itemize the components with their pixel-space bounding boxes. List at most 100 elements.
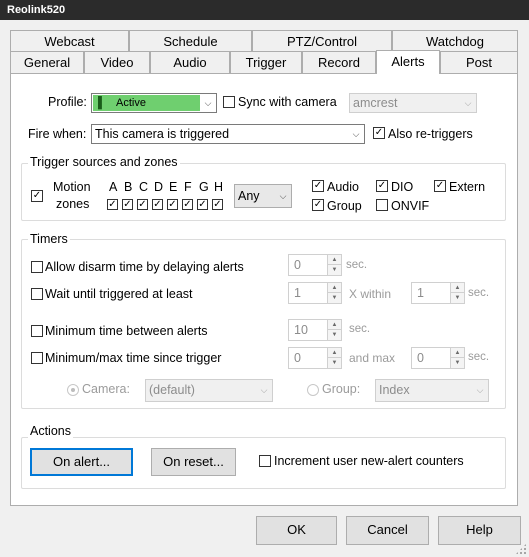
spinner-buttons: ▲ ▼ — [450, 283, 464, 303]
wait-until-unit: sec. — [468, 287, 490, 299]
group-radio[interactable] — [307, 384, 319, 396]
tab-audio[interactable]: Audio — [150, 51, 230, 73]
spin-up-icon[interactable]: ▲ — [451, 348, 464, 358]
extern-label: Extern — [449, 180, 486, 194]
max-value: 0 — [417, 351, 424, 365]
alerts-panel: Profile: ▌ Active ⌵ Sync with camera amc… — [10, 73, 518, 506]
sync-checkbox[interactable] — [223, 96, 235, 108]
dio-checkbox[interactable]: ✓ — [376, 180, 388, 192]
zone-mode-select[interactable]: Any ⌵ — [234, 184, 292, 208]
ok-button[interactable]: OK — [256, 516, 337, 545]
zones-label: zones — [56, 197, 90, 211]
spin-down-icon[interactable]: ▼ — [451, 293, 464, 303]
wait-within-value: 1 — [417, 286, 424, 300]
spin-down-icon[interactable]: ▼ — [328, 293, 341, 303]
camera-radio[interactable] — [67, 384, 79, 396]
on-reset-button[interactable]: On reset... — [151, 448, 236, 476]
check-icon: ✓ — [108, 199, 117, 210]
spinner-buttons: ▲ ▼ — [327, 255, 341, 275]
spin-down-icon[interactable]: ▼ — [328, 330, 341, 340]
spin-up-icon[interactable]: ▲ — [328, 255, 341, 265]
group-select[interactable]: Index ⌵ — [375, 379, 489, 402]
min-max-spinner[interactable]: 0 ▲ ▼ — [288, 347, 342, 369]
min-max-checkbox[interactable] — [31, 352, 43, 364]
audio-checkbox[interactable]: ✓ — [312, 180, 324, 192]
check-icon: ✓ — [313, 180, 323, 191]
zone-a-checkbox[interactable]: ✓ — [107, 199, 118, 210]
zone-g-checkbox[interactable]: ✓ — [197, 199, 208, 210]
extern-checkbox[interactable]: ✓ — [434, 180, 446, 192]
spin-up-icon[interactable]: ▲ — [451, 283, 464, 293]
tab-video[interactable]: Video — [84, 51, 150, 73]
min-max-value: 0 — [294, 351, 301, 365]
spin-up-icon[interactable]: ▲ — [328, 320, 341, 330]
tab-schedule[interactable]: Schedule — [129, 30, 252, 51]
group-label: Group — [327, 199, 362, 213]
check-icon: ✓ — [32, 190, 42, 201]
wait-until-mid: X within — [349, 287, 392, 301]
allow-disarm-checkbox[interactable] — [31, 261, 43, 273]
also-retriggers-checkbox[interactable]: ✓ — [373, 127, 385, 139]
tab-general[interactable]: General — [10, 51, 84, 73]
zone-c-checkbox[interactable]: ✓ — [137, 199, 148, 210]
check-icon: ✓ — [313, 199, 323, 210]
chevron-down-icon: ⌵ — [279, 191, 287, 201]
allow-disarm-unit: sec. — [346, 259, 368, 271]
zone-letter-c: C — [139, 180, 149, 194]
tab-trigger[interactable]: Trigger — [230, 51, 302, 73]
spin-up-icon[interactable]: ▲ — [328, 348, 341, 358]
check-icon: ✓ — [168, 199, 177, 210]
allow-disarm-value: 0 — [294, 258, 301, 272]
wait-until-spinner[interactable]: 1 ▲ ▼ — [288, 282, 342, 304]
zone-b-checkbox[interactable]: ✓ — [122, 199, 133, 210]
help-button[interactable]: Help — [438, 516, 521, 545]
tab-watchdog[interactable]: Watchdog — [392, 30, 518, 51]
check-icon: ✓ — [138, 199, 147, 210]
dialog-window: Reolink520 Webcast Schedule PTZ/Control … — [0, 0, 529, 557]
wait-within-spinner[interactable]: 1 ▲ ▼ — [411, 282, 465, 304]
min-between-spinner[interactable]: 10 ▲ ▼ — [288, 319, 342, 341]
tab-record[interactable]: Record — [302, 51, 376, 73]
sync-camera-value: amcrest — [353, 96, 398, 110]
tab-post[interactable]: Post — [440, 51, 518, 73]
increment-counters-checkbox[interactable] — [259, 455, 271, 467]
camera-select[interactable]: (default) ⌵ — [145, 379, 273, 402]
tab-ptz-control[interactable]: PTZ/Control — [252, 30, 392, 51]
onvif-checkbox[interactable] — [376, 199, 388, 211]
min-between-checkbox[interactable] — [31, 325, 43, 337]
sync-camera-select[interactable]: amcrest ⌵ — [349, 93, 477, 113]
profile-select[interactable]: ▌ Active ⌵ — [91, 93, 217, 113]
profile-flag-icon: ▌ — [98, 97, 106, 109]
motion-zones-checkbox[interactable]: ✓ — [31, 190, 43, 202]
zone-h-checkbox[interactable]: ✓ — [212, 199, 223, 210]
check-icon: ✓ — [374, 127, 384, 138]
tab-webcast[interactable]: Webcast — [10, 30, 129, 51]
increment-counters-label: Increment user new-alert counters — [274, 454, 464, 468]
zone-letter-a: A — [109, 180, 118, 194]
onvif-label: ONVIF — [391, 199, 430, 213]
on-alert-button[interactable]: On alert... — [30, 448, 133, 476]
profile-label: Profile: — [48, 95, 87, 109]
zone-f-checkbox[interactable]: ✓ — [182, 199, 193, 210]
check-icon: ✓ — [183, 199, 192, 210]
tab-alerts[interactable]: Alerts — [376, 50, 440, 74]
wait-until-label: Wait until triggered at least — [45, 287, 193, 301]
spin-down-icon[interactable]: ▼ — [328, 358, 341, 368]
group-select-value: Index — [379, 383, 410, 397]
max-spinner[interactable]: 0 ▲ ▼ — [411, 347, 465, 369]
camera-select-value: (default) — [149, 383, 195, 397]
spin-down-icon[interactable]: ▼ — [328, 265, 341, 275]
spin-up-icon[interactable]: ▲ — [328, 283, 341, 293]
fire-when-select[interactable]: This camera is triggered ⌵ — [91, 124, 365, 144]
check-icon: ✓ — [123, 199, 132, 210]
allow-disarm-spinner[interactable]: 0 ▲ ▼ — [288, 254, 342, 276]
min-between-unit: sec. — [349, 323, 371, 335]
spinner-buttons: ▲ ▼ — [327, 283, 341, 303]
cancel-button[interactable]: Cancel — [346, 516, 429, 545]
zone-e-checkbox[interactable]: ✓ — [167, 199, 178, 210]
wait-until-checkbox[interactable] — [31, 288, 43, 300]
group-checkbox[interactable]: ✓ — [312, 199, 324, 211]
profile-value: Active — [116, 97, 146, 109]
zone-d-checkbox[interactable]: ✓ — [152, 199, 163, 210]
spin-down-icon[interactable]: ▼ — [451, 358, 464, 368]
